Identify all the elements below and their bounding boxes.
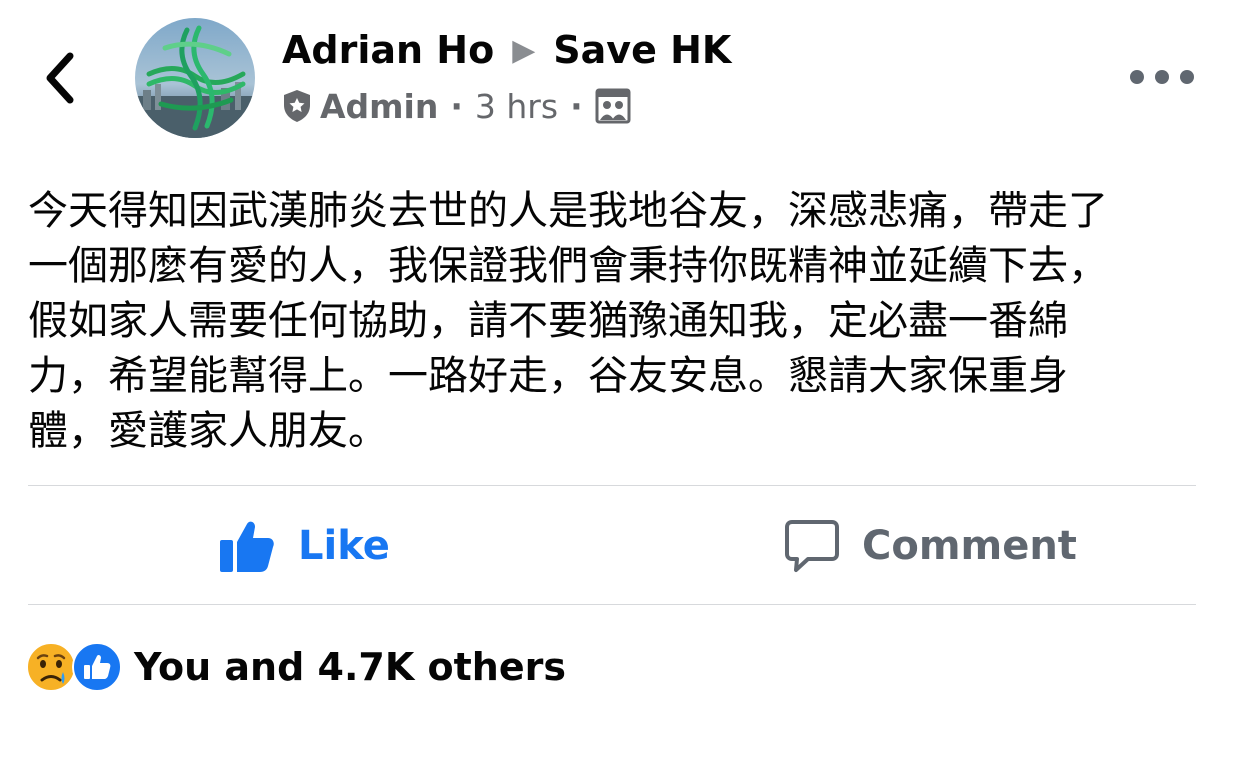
back-button[interactable] [38, 48, 86, 108]
divider [28, 604, 1196, 605]
shield-icon [284, 90, 310, 122]
post-author-line: Adrian Ho ▶ Save HK [282, 24, 731, 76]
like-label: Like [298, 523, 390, 569]
author-name[interactable]: Adrian Ho [282, 28, 494, 72]
more-dots-icon [1155, 70, 1169, 84]
like-button[interactable]: Like [218, 510, 390, 582]
more-dots-icon [1180, 70, 1194, 84]
post-meta-line: Admin · 3 hrs · [282, 84, 631, 128]
sad-reaction-icon [26, 642, 76, 692]
post-text: 今天得知因武漢肺炎去世的人是我地谷友，深感悲痛，帶走了 一個那麼有愛的人，我保證… [28, 188, 1108, 454]
like-reaction-icon [72, 642, 122, 692]
divider [28, 485, 1196, 486]
save-hk-logo [135, 18, 255, 138]
group-audience-icon [595, 88, 631, 124]
chevron-left-icon [46, 52, 74, 104]
meta-separator: · [570, 86, 583, 126]
reactions-summary[interactable]: You and 4.7K others [26, 640, 566, 694]
right-triangle-icon: ▶ [512, 32, 536, 68]
comment-bubble-icon [785, 520, 839, 572]
comment-label: Comment [862, 523, 1077, 569]
role-badge: Admin [320, 86, 439, 126]
meta-separator: · [450, 86, 463, 126]
reactions-count-text: You and 4.7K others [134, 645, 566, 689]
group-avatar[interactable] [135, 18, 255, 138]
group-name[interactable]: Save HK [553, 28, 731, 72]
thumbs-up-icon [220, 521, 274, 572]
more-options-button[interactable] [1130, 60, 1194, 94]
more-dots-icon [1130, 70, 1144, 84]
post-time[interactable]: 3 hrs [475, 87, 558, 126]
comment-button[interactable]: Comment [784, 510, 1077, 582]
